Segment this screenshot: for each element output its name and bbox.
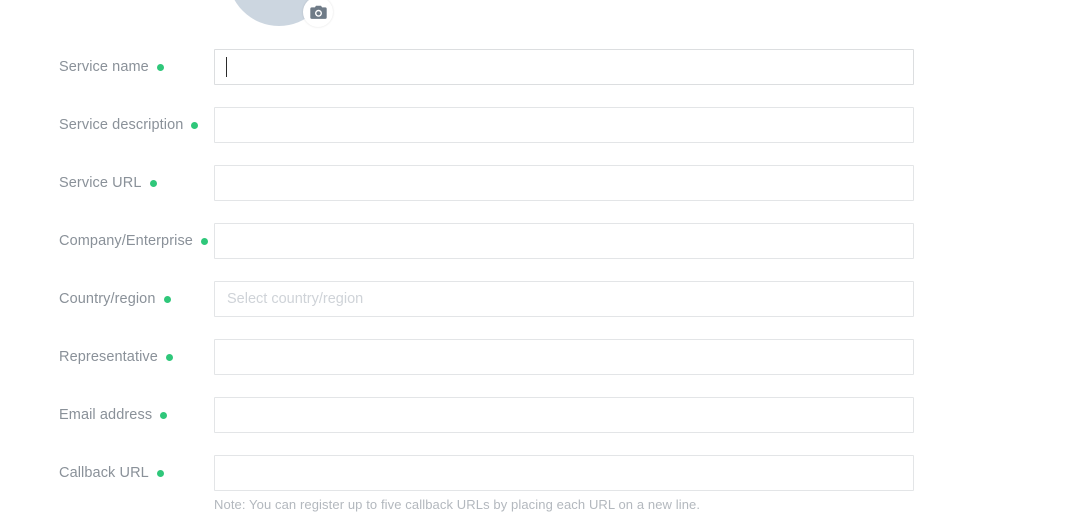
required-dot-icon [160, 411, 168, 419]
form-row: Service URL [0, 165, 1084, 201]
country-region-select[interactable] [214, 281, 914, 317]
form-row: Service description [0, 107, 1084, 143]
callback-url-note: Note: You can register up to five callba… [214, 497, 701, 512]
field-input[interactable] [214, 165, 914, 201]
required-dot-icon [156, 63, 164, 71]
form-row: Company/Enterprise [0, 223, 1084, 259]
field-input[interactable] [214, 49, 914, 85]
field-label: Service name [59, 49, 164, 85]
required-dot-icon [163, 295, 171, 303]
camera-icon[interactable] [303, 0, 333, 27]
required-dot-icon [149, 179, 157, 187]
field-label: Country/region [59, 281, 171, 317]
field-input[interactable] [214, 455, 914, 491]
field-label-text: Service description [59, 117, 184, 133]
field-label-text: Service name [59, 59, 149, 75]
form-row: Email address [0, 397, 1084, 433]
required-dot-icon [191, 121, 199, 129]
field-label: Email address [59, 397, 168, 433]
field-label: Company/Enterprise [59, 223, 208, 259]
required-dot-icon [200, 237, 208, 245]
field-label-text: Service URL [59, 175, 142, 191]
field-label: Service description [59, 107, 199, 143]
field-label-text: Email address [59, 407, 153, 423]
field-label-text: Company/Enterprise [59, 233, 193, 249]
form-row: Country/region [0, 281, 1084, 317]
field-label-text: Representative [59, 349, 158, 365]
required-dot-icon [156, 469, 164, 477]
field-label: Callback URL [59, 455, 164, 491]
text-cursor [226, 57, 227, 77]
required-dot-icon [165, 353, 173, 361]
field-label: Service URL [59, 165, 157, 201]
form-row: Representative [0, 339, 1084, 375]
field-input[interactable] [214, 397, 914, 433]
field-label: Representative [59, 339, 173, 375]
form-row: Service name [0, 49, 1084, 85]
field-input[interactable] [214, 339, 914, 375]
field-label-text: Callback URL [59, 465, 149, 481]
field-input[interactable] [214, 223, 914, 259]
field-label-text: Country/region [59, 291, 156, 307]
avatar-upload[interactable] [228, 0, 333, 27]
field-input[interactable] [214, 107, 914, 143]
form-row: Callback URL [0, 455, 1084, 491]
